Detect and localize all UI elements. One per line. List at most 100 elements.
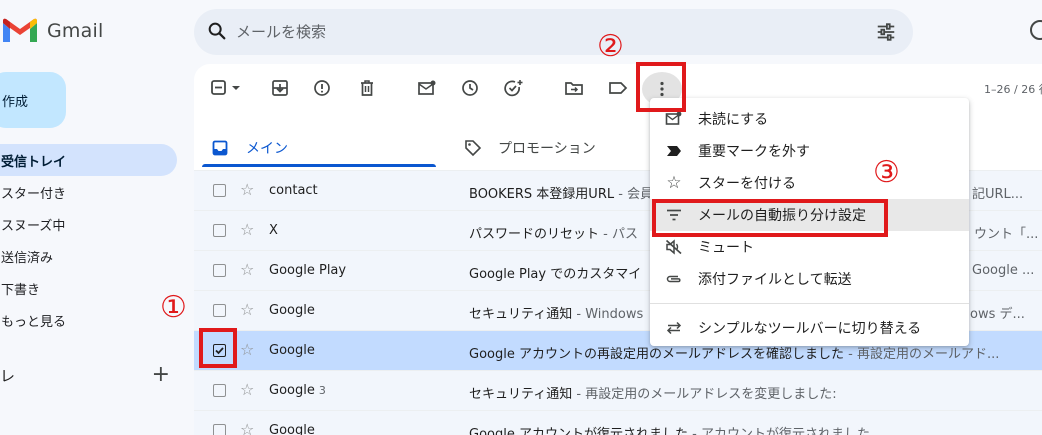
email-sender-name: Google: [269, 383, 315, 398]
menu-item-label: 未読にする: [698, 112, 769, 128]
sidebar-item-label: スヌーズ中: [1, 218, 66, 234]
email-snippet: - 再設定用のメールアドレスを変更しました:: [572, 387, 837, 402]
menu-item-forward-as-attachment[interactable]: 添付ファイルとして転送: [650, 263, 969, 295]
annotation-marker-1: ①: [160, 290, 187, 325]
menu-item-label: ミュート: [698, 240, 754, 256]
email-subject: パスワードのリセット: [469, 227, 600, 242]
compose-button[interactable]: 作成: [0, 72, 66, 128]
menu-item-mark-not-important[interactable]: 重要マークを外す: [650, 135, 969, 167]
mark-unread-button[interactable]: [413, 78, 441, 98]
add-task-icon: [504, 80, 523, 97]
mute-icon: [650, 239, 698, 255]
menu-item-label: 添付ファイルとして転送: [698, 272, 852, 288]
tab-promotions[interactable]: プロモーション: [464, 128, 596, 168]
sidebar-item-more[interactable]: もっと見る: [0, 304, 177, 336]
star-icon[interactable]: ☆: [240, 261, 254, 279]
mark-unread-icon: [418, 80, 436, 95]
row-checkbox[interactable]: [213, 384, 226, 397]
email-subject: Google アカウントの再設定用のメールアドレスを確認しました: [469, 347, 844, 362]
sidebar-item-drafts[interactable]: 下書き: [0, 272, 177, 304]
sidebar-item-label: 送信済み: [1, 250, 54, 266]
delete-button[interactable]: [353, 78, 381, 98]
row-checkbox[interactable]: [213, 424, 226, 435]
mark-unread-icon: [650, 111, 698, 127]
add-to-tasks-button[interactable]: [500, 78, 528, 98]
menu-item-simple-toolbar[interactable]: シンプルなツールバーに切り替える: [650, 312, 969, 344]
annotation-marker-3: ③: [873, 155, 900, 190]
star-icon[interactable]: ☆: [240, 221, 254, 239]
search-bar: [194, 9, 913, 55]
email-snippet: - Windows: [572, 307, 644, 322]
email-snippet-tail: ウント「...: [974, 227, 1039, 242]
gmail-m-icon: [3, 18, 37, 42]
annotation-marker-2: ②: [597, 29, 624, 64]
row-checkbox[interactable]: [213, 264, 226, 277]
row-checkbox[interactable]: [213, 304, 226, 317]
gmail-logo[interactable]: Gmail: [3, 18, 103, 44]
search-input[interactable]: [236, 20, 836, 44]
email-snippet: - 再設定用のメールアド...: [843, 347, 1000, 362]
email-content: Google アカウントが復元されました - アカウントが復元されました: [469, 423, 1042, 435]
sidebar-item-inbox[interactable]: 受信トレイ: [0, 144, 177, 176]
trash-icon: [361, 80, 373, 96]
report-spam-button[interactable]: [308, 78, 336, 98]
labels-button[interactable]: [604, 78, 632, 98]
email-snippet: - アカウントが復元されました: [687, 427, 870, 435]
tab-primary-label: メイン: [246, 141, 288, 157]
move-folder-icon: [565, 82, 583, 95]
search-options-icon[interactable]: [875, 21, 897, 43]
sidebar-item-sent[interactable]: 送信済み: [0, 240, 177, 272]
app-name: Gmail: [47, 20, 104, 42]
active-tab-indicator: [202, 164, 436, 167]
sidebar-item-label: スター付き: [1, 186, 67, 202]
menu-item-label: シンプルなツールバーに切り替える: [698, 321, 922, 337]
label-icon: [609, 82, 628, 94]
email-sender: contact: [269, 183, 318, 198]
email-row[interactable]: ☆ Google Google アカウントが復元されました - アカウントが復元…: [194, 410, 1042, 435]
email-content: セキュリティ通知 - 再設定用のメールアドレスを変更しました:: [469, 383, 1042, 402]
email-sender: Google: [269, 423, 315, 435]
labels-title: レ: [0, 366, 16, 385]
search-icon[interactable]: [206, 20, 228, 42]
email-sender: X: [269, 223, 278, 238]
sidebar-item-starred[interactable]: スター付き: [0, 176, 177, 208]
email-subject: セキュリティ通知: [469, 307, 573, 322]
annotation-box-more-button: [636, 62, 686, 112]
star-icon[interactable]: ☆: [240, 381, 254, 399]
menu-item-add-star[interactable]: ☆ スターを付ける: [650, 167, 969, 199]
email-snippet: - パス: [599, 227, 638, 242]
important-icon: [650, 145, 698, 157]
star-icon[interactable]: ☆: [240, 181, 254, 199]
move-to-button[interactable]: [560, 78, 588, 98]
email-snippet: - 会員: [614, 187, 654, 202]
sidebar-item-label: もっと見る: [1, 314, 67, 330]
star-icon[interactable]: ☆: [240, 301, 254, 319]
email-subject: セキュリティ通知: [469, 387, 573, 402]
email-subject: Google アカウントが復元されました: [469, 427, 688, 435]
clock-icon: [462, 80, 478, 96]
help-icon[interactable]: [1030, 20, 1042, 40]
tab-primary[interactable]: メイン: [212, 128, 288, 168]
email-snippet-tail: ows デ...: [970, 307, 1025, 322]
spam-icon: [314, 80, 330, 96]
select-all-checkbox[interactable]: [208, 78, 244, 98]
menu-item-mark-unread[interactable]: 未読にする: [650, 103, 969, 135]
select-dropdown-icon: [211, 80, 240, 95]
email-sender: Google: [269, 343, 315, 358]
row-checkbox[interactable]: [213, 184, 226, 197]
pagination-count[interactable]: 1–26 / 26 行: [984, 81, 1042, 97]
row-checkbox[interactable]: [213, 224, 226, 237]
archive-button[interactable]: [266, 78, 294, 98]
email-sender: Google: [269, 303, 315, 318]
email-subject: Google Play でのカスタマイ: [469, 267, 642, 282]
snooze-button[interactable]: [456, 78, 484, 98]
email-row[interactable]: ☆ Google 3 セキュリティ通知 - 再設定用のメールアドレスを変更しました…: [194, 370, 1042, 410]
menu-divider: [650, 303, 969, 304]
star-icon[interactable]: ☆: [240, 421, 254, 435]
sidebar-nav: 受信トレイ スター付き スヌーズ中 送信済み 下書き もっと見る: [0, 144, 177, 336]
sidebar-item-snoozed[interactable]: スヌーズ中: [0, 208, 177, 240]
annotation-box-filter-item: [652, 199, 888, 237]
add-label-button[interactable]: +: [152, 364, 170, 386]
email-snippet-tail: 記URL...: [972, 187, 1024, 202]
star-icon[interactable]: ☆: [240, 341, 254, 359]
